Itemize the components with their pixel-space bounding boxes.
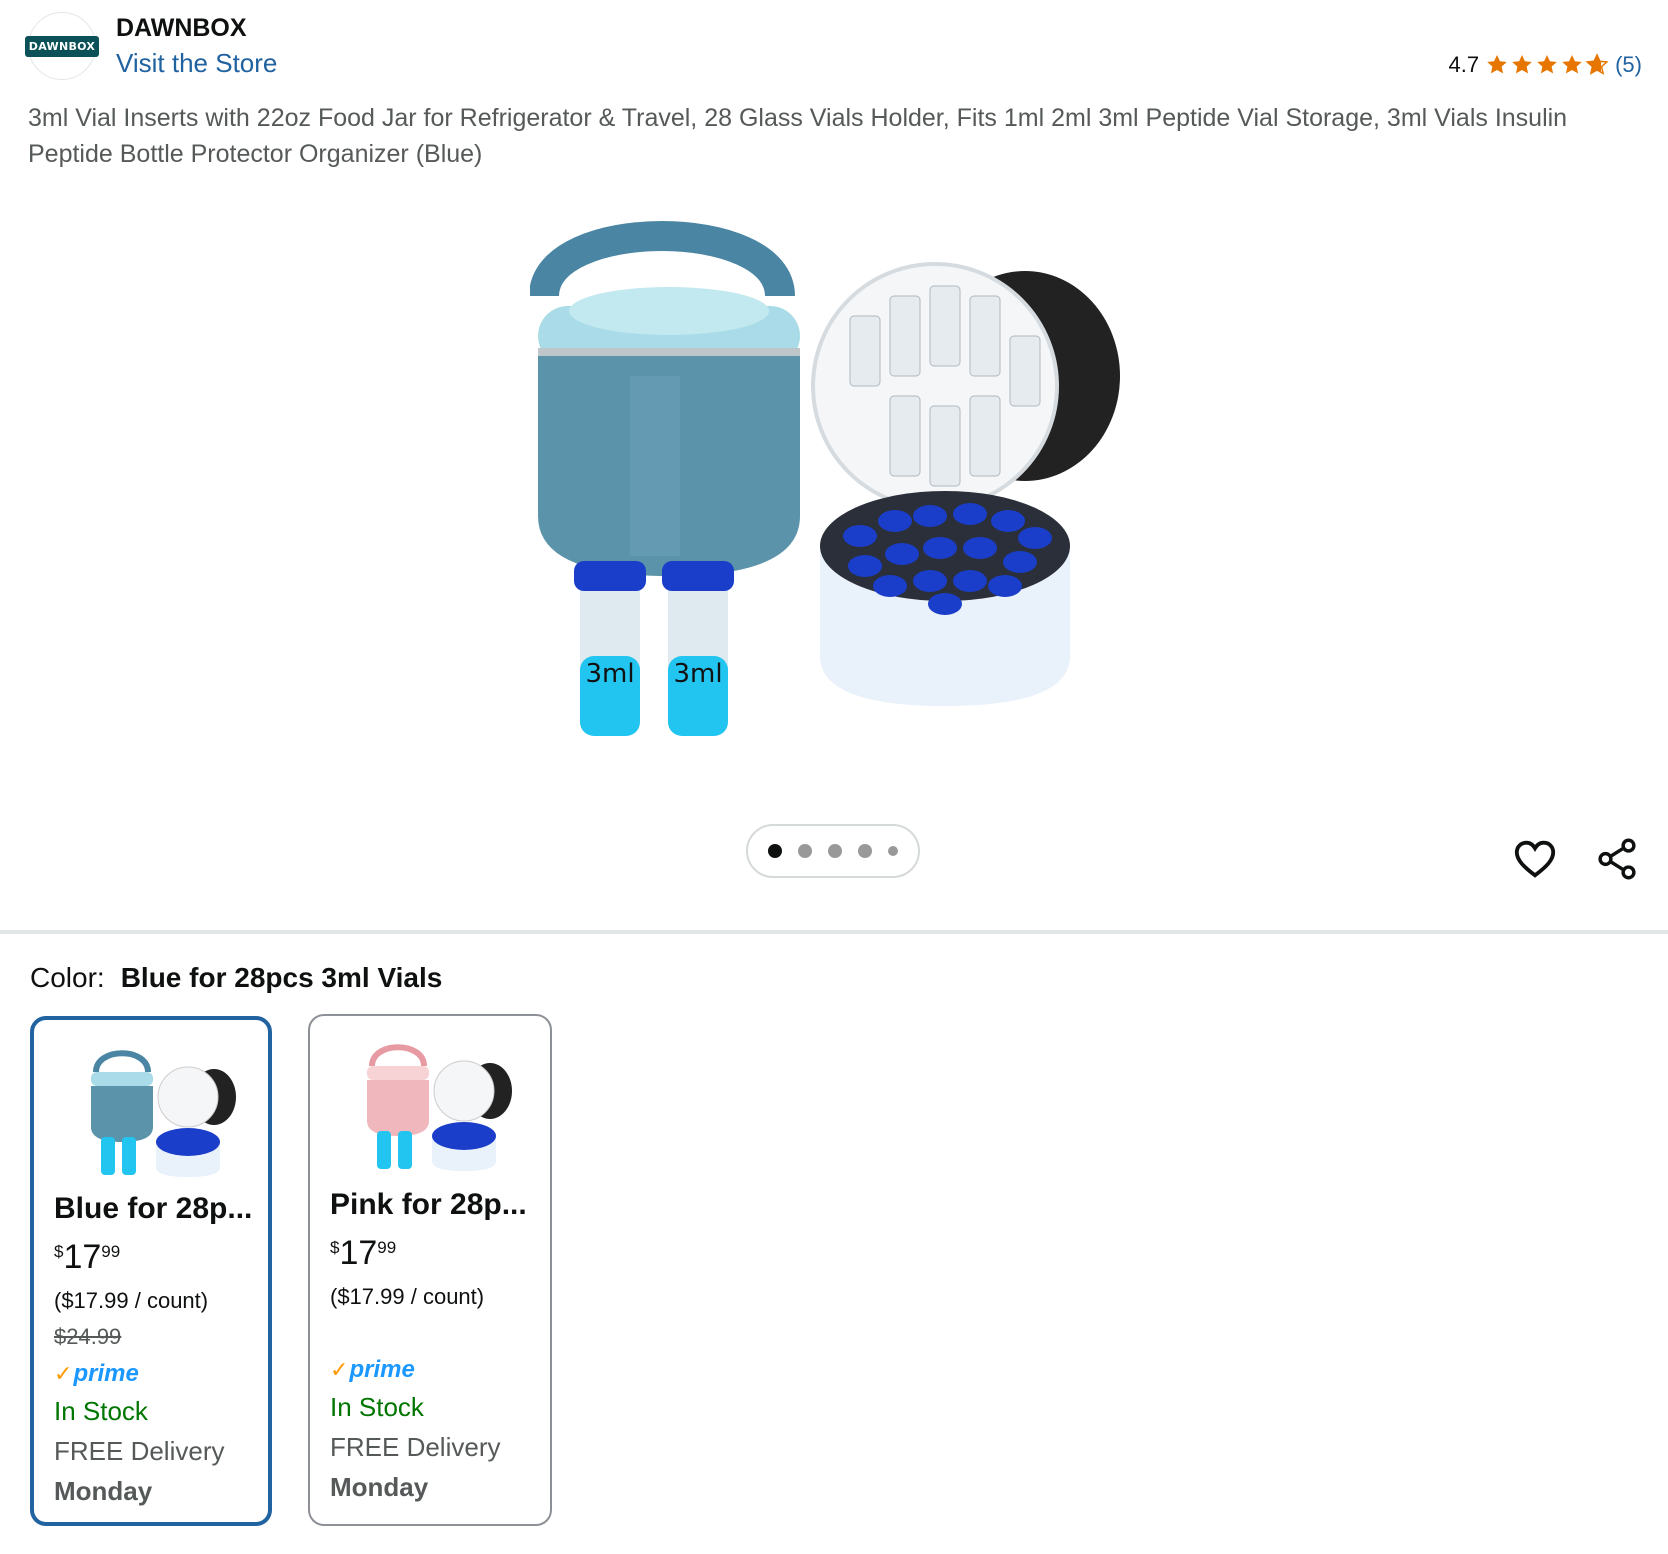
price-whole: 17 xyxy=(63,1238,102,1276)
variant-name: Pink for 28p... xyxy=(330,1188,527,1221)
variant-name: Blue for 28p... xyxy=(54,1192,253,1225)
star-half-icon xyxy=(1585,53,1609,75)
delivery-text: FREE Delivery xyxy=(330,1432,501,1462)
price-whole: 17 xyxy=(339,1234,378,1272)
price-symbol: $ xyxy=(54,1242,64,1261)
unit-price: ($17.99 / count) xyxy=(54,1288,209,1313)
price-fraction: 99 xyxy=(101,1242,121,1261)
stock-status: In Stock xyxy=(330,1392,424,1422)
vial-label: 3ml xyxy=(673,659,722,689)
list-price: $24.99 xyxy=(54,1324,122,1349)
carousel-dot-5[interactable] xyxy=(888,846,898,856)
product-main-image[interactable]: 3ml 3ml xyxy=(530,186,1140,766)
section-divider xyxy=(0,930,1668,934)
prime-badge: ✓ prime xyxy=(330,1356,415,1384)
image-carousel-dots xyxy=(746,824,920,878)
variant-card-pink[interactable]: Pink for 28p... $ 17 99 ($17.99 / count)… xyxy=(308,1014,552,1526)
variant-thumbnail-pink xyxy=(367,1044,512,1171)
variant-thumbnail-blue xyxy=(91,1050,236,1177)
star-full-icon xyxy=(1487,55,1507,74)
delivery-text: FREE Delivery xyxy=(54,1436,225,1466)
variant-card-blue[interactable]: Blue for 28p... $ 17 99 ($17.99 / count)… xyxy=(30,1016,272,1526)
carousel-dot-4[interactable] xyxy=(858,844,872,858)
carousel-dot-2[interactable] xyxy=(798,844,812,858)
visit-store-link[interactable]: Visit the Store xyxy=(116,48,277,79)
rating-summary[interactable]: 4.7 (5) xyxy=(1449,52,1642,78)
color-label: Color: xyxy=(30,962,105,993)
star-full-icon xyxy=(1562,55,1582,74)
delivery-day: Monday xyxy=(54,1476,153,1506)
prime-text: prime xyxy=(349,1356,415,1383)
brand-logo-text: DAWNBOX xyxy=(24,35,100,57)
price-fraction: 99 xyxy=(377,1238,397,1257)
product-title: 3ml Vial Inserts with 22oz Food Jar for … xyxy=(28,104,1568,168)
color-selection-header: Color: Blue for 28pcs 3ml Vials xyxy=(30,962,442,994)
vial-illustrations xyxy=(574,561,734,736)
vial-label: 3ml xyxy=(585,659,634,689)
brand-name: DAWNBOX xyxy=(116,14,247,42)
prime-badge: ✓ prime xyxy=(54,1360,139,1388)
prime-check-icon: ✓ xyxy=(330,1357,349,1382)
rating-count-link[interactable]: (5) xyxy=(1615,52,1642,78)
star-full-icon xyxy=(1537,55,1557,74)
color-selected-value: Blue for 28pcs 3ml Vials xyxy=(120,962,443,993)
food-jar-illustration xyxy=(530,221,800,576)
delivery-day: Monday xyxy=(330,1472,429,1502)
stock-status: In Stock xyxy=(54,1396,148,1426)
variant-price: $ 17 99 xyxy=(330,1234,396,1272)
brand-logo[interactable]: DAWNBOX xyxy=(24,12,100,80)
unit-price: ($17.99 / count) xyxy=(330,1284,485,1309)
variant-price: $ 17 99 xyxy=(54,1238,120,1276)
price-symbol: $ xyxy=(330,1238,340,1257)
heart-icon[interactable] xyxy=(1512,836,1558,882)
star-rating xyxy=(1485,53,1609,77)
prime-text: prime xyxy=(73,1360,139,1387)
share-icon[interactable] xyxy=(1594,836,1640,882)
carousel-dot-3[interactable] xyxy=(828,844,842,858)
prime-check-icon: ✓ xyxy=(54,1361,73,1386)
star-full-icon xyxy=(1512,55,1532,74)
rating-value: 4.7 xyxy=(1448,52,1480,77)
carousel-dot-1[interactable] xyxy=(768,844,782,858)
